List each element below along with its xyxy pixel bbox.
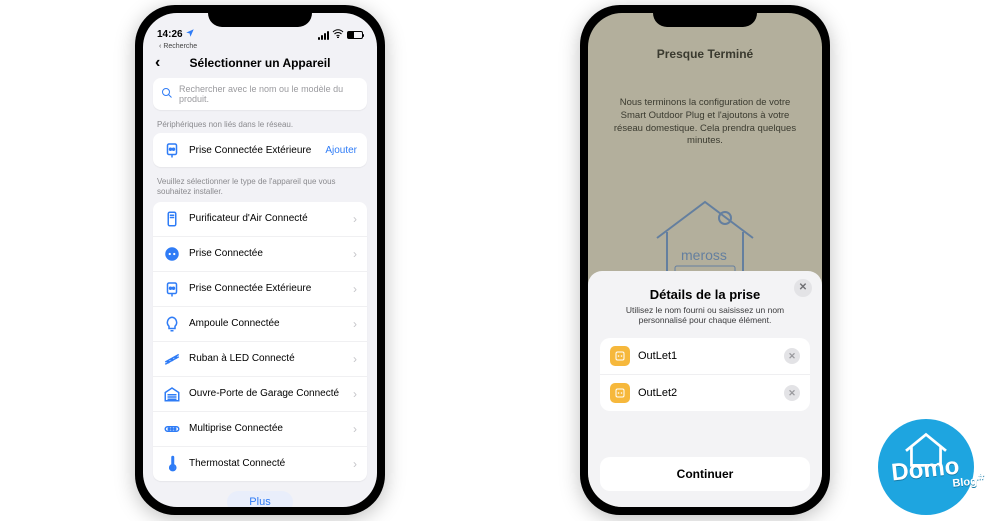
chevron-right-icon: ›	[353, 317, 357, 331]
battery-icon	[347, 31, 363, 39]
clear-input-button[interactable]: ✕	[784, 348, 800, 364]
notch	[653, 5, 757, 27]
logo-tld: .fr	[976, 472, 985, 482]
device-row-smart-bulb[interactable]: Ampoule Connectée ›	[153, 307, 367, 342]
detected-device-label: Prise Connectée Extérieure	[189, 145, 317, 156]
power-strip-icon	[163, 420, 181, 438]
device-row-smart-plug[interactable]: Prise Connectée ›	[153, 237, 367, 272]
device-row-outdoor-plug[interactable]: Prise Connectée Extérieure ›	[153, 272, 367, 307]
search-placeholder: Rechercher avec le nom ou le modèle du p…	[179, 84, 359, 104]
sheet-subtitle: Utilisez le nom fourni ou saisissez un n…	[600, 305, 810, 326]
outlet-icon	[610, 383, 630, 403]
chevron-right-icon: ›	[353, 212, 357, 226]
chevron-right-icon: ›	[353, 387, 357, 401]
bottom-sheet: ✕ Détails de la prise Utilisez le nom fo…	[588, 271, 822, 507]
continue-button[interactable]: Continuer	[600, 457, 810, 491]
search-input[interactable]: Rechercher avec le nom ou le modèle du p…	[153, 78, 367, 110]
notch	[208, 5, 312, 27]
device-row-air-purifier[interactable]: Purificateur d'Air Connecté ›	[153, 202, 367, 237]
status-time: 14:26	[157, 29, 183, 40]
clear-input-button[interactable]: ✕	[784, 385, 800, 401]
page-title: Presque Terminé	[606, 47, 804, 61]
device-row-garage-opener[interactable]: Ouvre-Porte de Garage Connecté ›	[153, 377, 367, 412]
thermostat-icon	[163, 455, 181, 473]
close-icon: ✕	[799, 282, 807, 293]
outlet-name-input[interactable]: OutLet2	[638, 387, 776, 399]
domoblog-logo: Domo Blog.fr	[878, 419, 974, 515]
phone-frame-left: 14:26 ‹ Recherche ‹ Sélectionner un Appa…	[135, 5, 385, 515]
section-unlinked-label: Périphériques non liés dans le réseau.	[143, 110, 377, 133]
chevron-right-icon: ›	[353, 352, 357, 366]
background-content: Presque Terminé Nous terminons la config…	[588, 13, 822, 288]
air-purifier-icon	[163, 210, 181, 228]
device-row-thermostat[interactable]: Thermostat Connecté ›	[153, 447, 367, 481]
close-button[interactable]: ✕	[794, 279, 812, 297]
chevron-right-icon: ›	[353, 422, 357, 436]
plug-icon	[163, 245, 181, 263]
outlet-row[interactable]: OutLet1 ✕	[600, 338, 810, 375]
outlet-row[interactable]: OutLet2 ✕	[600, 375, 810, 411]
close-icon: ✕	[788, 388, 796, 399]
more-button[interactable]: Plus	[227, 491, 292, 507]
outlet-name-input[interactable]: OutLet1	[638, 350, 776, 362]
plug-outdoor-icon	[163, 141, 181, 159]
page-title: Sélectionner un Appareil	[190, 56, 331, 70]
wifi-icon	[332, 29, 344, 41]
chevron-right-icon: ›	[353, 247, 357, 261]
device-type-list: Purificateur d'Air Connecté › Prise Conn…	[153, 202, 367, 481]
section-types-label: Veuillez sélectionner le type de l'appar…	[143, 167, 377, 202]
bulb-icon	[163, 315, 181, 333]
close-icon: ✕	[788, 351, 796, 362]
back-to-app[interactable]: ‹ Recherche	[143, 43, 377, 50]
page-body: Nous terminons la configuration de votre…	[606, 97, 804, 148]
search-icon	[161, 87, 173, 102]
detected-device-row[interactable]: Prise Connectée Extérieure Ajouter	[153, 133, 367, 167]
chevron-right-icon: ›	[353, 457, 357, 471]
sheet-title: Détails de la prise	[600, 287, 810, 302]
screen-select-device: 14:26 ‹ Recherche ‹ Sélectionner un Appa…	[143, 13, 377, 507]
location-icon	[185, 28, 195, 41]
chevron-right-icon: ›	[353, 282, 357, 296]
screen-almost-done: Presque Terminé Nous terminons la config…	[588, 13, 822, 507]
outlet-icon	[610, 346, 630, 366]
led-strip-icon	[163, 350, 181, 368]
chevron-left-icon: ‹	[159, 43, 161, 50]
back-button[interactable]: ‹	[155, 54, 160, 72]
signal-icon	[318, 31, 329, 40]
outlet-list: OutLet1 ✕ OutLet2 ✕	[600, 338, 810, 411]
svg-text:meross: meross	[681, 247, 727, 263]
device-row-led-strip[interactable]: Ruban à LED Connecté ›	[153, 342, 367, 377]
garage-icon	[163, 385, 181, 403]
device-row-power-strip[interactable]: Multiprise Connectée ›	[153, 412, 367, 447]
add-device-button[interactable]: Ajouter	[325, 145, 357, 156]
nav-bar: ‹ Sélectionner un Appareil	[143, 50, 377, 78]
phone-frame-right: Presque Terminé Nous terminons la config…	[580, 5, 830, 515]
logo-subtext: Blog	[952, 476, 978, 490]
plug-outdoor-icon	[163, 280, 181, 298]
